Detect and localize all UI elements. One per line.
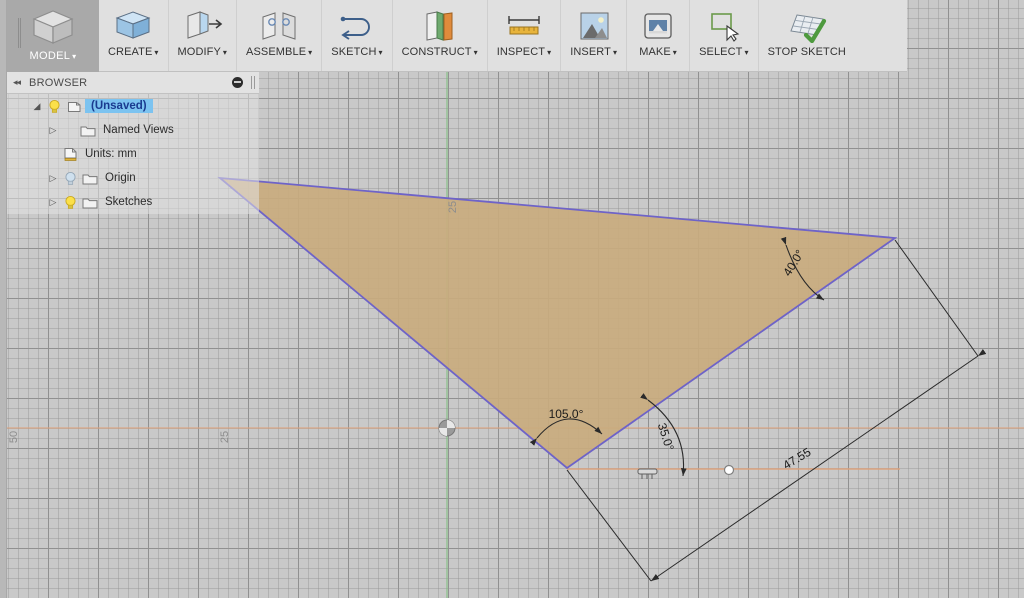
toolbar-create-label: CREATE	[108, 46, 153, 58]
expand-arrow-icon[interactable]: ▷	[45, 173, 61, 184]
chevron-down-icon: ▾	[378, 48, 383, 57]
tree-item-unsaved[interactable]: ◢ (Unsaved)	[7, 94, 259, 118]
toolbar-modify[interactable]: MODIFY ▾	[169, 0, 238, 71]
ruler-label-25-top: 25	[447, 201, 459, 213]
workspace-label-text: MODEL	[29, 50, 71, 62]
origin-point-icon[interactable]	[438, 419, 456, 437]
browser-header[interactable]: ◂◂ BROWSER	[7, 72, 259, 94]
toolbar-inspect-label: INSPECT	[496, 46, 546, 58]
stop-sketch-icon	[785, 6, 829, 46]
make-3dprint-icon	[636, 6, 680, 46]
sketch-profile[interactable]	[217, 176, 898, 470]
assemble-joint-icon	[257, 6, 301, 46]
document-icon	[63, 99, 85, 113]
dimension-angle-35[interactable]: 35.0°	[655, 421, 677, 452]
tree-item-unsaved-label: (Unsaved)	[85, 99, 153, 113]
toolbar-make-label: MAKE	[639, 46, 671, 58]
toolbar-make[interactable]: MAKE ▾	[627, 0, 691, 71]
create-box-icon	[111, 6, 155, 46]
cube-icon	[28, 8, 78, 46]
toolbar-construct[interactable]: CONSTRUCT ▾	[393, 0, 488, 71]
expand-arrow-icon[interactable]: ▷	[45, 197, 61, 208]
dimension-angle-105[interactable]: 105.0°	[549, 407, 584, 421]
toolbar-stop-sketch[interactable]: STOP SKETCH	[759, 0, 855, 71]
toolbar-sketch[interactable]: SKETCH ▾	[322, 0, 393, 71]
toolbar-assemble-label: ASSEMBLE	[246, 46, 307, 58]
chevron-down-icon: ▾	[547, 48, 552, 57]
toolbar-modify-label: MODIFY	[177, 46, 221, 58]
tree-item-named-views[interactable]: ▷ Named Views	[7, 118, 259, 142]
toolbar-ribbon: CREATE ▾ MODIFY ▾ ASSEMBLE ▾ SKETCH ▾ CO…	[99, 0, 907, 72]
tree-item-origin[interactable]: ▷ Origin	[7, 166, 259, 190]
chevron-down-icon: ▾	[612, 48, 618, 57]
workspace-switcher[interactable]: MODEL ▾	[7, 0, 99, 72]
workspace-label: MODEL ▾	[30, 50, 77, 62]
minus-circle-icon[interactable]	[232, 77, 243, 88]
lightbulb-icon[interactable]	[61, 171, 79, 186]
expand-arrow-icon[interactable]: ▷	[45, 125, 61, 136]
toolbar-insert-label: INSERT	[570, 46, 611, 58]
chevron-down-icon: ▾	[744, 48, 749, 57]
chevron-down-icon: ▾	[672, 48, 677, 57]
tree-item-origin-label: Origin	[105, 172, 136, 184]
chevron-down-icon: ▾	[72, 52, 77, 61]
folder-icon	[79, 172, 101, 185]
toolbar-insert[interactable]: INSERT ▾	[561, 0, 628, 71]
left-edge-strip	[0, 0, 7, 598]
construct-plane-icon	[418, 6, 462, 46]
ruler-label-25-left: 25	[219, 431, 231, 443]
collapse-panel-icon[interactable]: ◂◂	[13, 77, 21, 88]
tree-item-named-views-label: Named Views	[103, 124, 174, 136]
tree-item-units[interactable]: Units: mm	[7, 142, 259, 166]
units-icon	[59, 147, 81, 162]
lightbulb-icon[interactable]	[61, 195, 79, 210]
ruler-label-50-left: 50	[8, 431, 20, 443]
toolbar-grip-icon[interactable]	[18, 18, 21, 48]
lightbulb-icon[interactable]	[45, 99, 63, 114]
tree-item-sketches-label: Sketches	[105, 196, 153, 208]
folder-icon	[79, 196, 101, 209]
toolbar-inspect[interactable]: INSPECT ▾	[488, 0, 562, 71]
toolbar-stop-sketch-label: STOP SKETCH	[767, 46, 846, 58]
expand-arrow-icon[interactable]: ◢	[29, 101, 45, 112]
sketch-spline-icon	[335, 6, 379, 46]
inspect-measure-icon	[502, 6, 546, 46]
horizontal-constraint-icon[interactable]	[637, 468, 658, 479]
modify-press-pull-icon	[180, 6, 224, 46]
toolbar-select[interactable]: SELECT ▾	[690, 0, 759, 71]
toolbar-assemble[interactable]: ASSEMBLE ▾	[237, 0, 323, 71]
main-toolbar: MODEL ▾ CREATE ▾ MODIFY ▾ ASSEMBLE ▾ SKE…	[7, 0, 907, 72]
toolbar-sketch-label: SKETCH	[331, 46, 377, 58]
toolbar-construct-label: CONSTRUCT	[401, 46, 472, 58]
browser-tree: ◢ (Unsaved) ▷ Named Views Units: mm ▷ Or…	[7, 94, 259, 214]
toolbar-create[interactable]: CREATE ▾	[99, 0, 169, 71]
dimension-length-4755[interactable]: 47.55	[780, 445, 813, 473]
chevron-down-icon: ▾	[308, 48, 313, 57]
toolbar-select-label: SELECT	[699, 46, 743, 58]
chevron-down-icon: ▾	[222, 48, 228, 57]
sketch-point-handle[interactable]	[723, 464, 735, 476]
browser-title: BROWSER	[29, 76, 88, 89]
folder-icon	[77, 124, 99, 137]
fusion360-window: 40.0° 105.0° 35.0° 47.55 50 25 25 MODEL ▾	[0, 0, 1024, 598]
insert-image-icon	[572, 6, 616, 46]
tree-item-sketches[interactable]: ▷ Sketches	[7, 190, 259, 214]
tree-item-units-label: Units: mm	[85, 148, 137, 160]
browser-resize-handle[interactable]	[251, 76, 255, 89]
chevron-down-icon: ▾	[473, 48, 478, 57]
select-cursor-icon	[702, 6, 746, 46]
chevron-down-icon: ▾	[154, 48, 159, 57]
